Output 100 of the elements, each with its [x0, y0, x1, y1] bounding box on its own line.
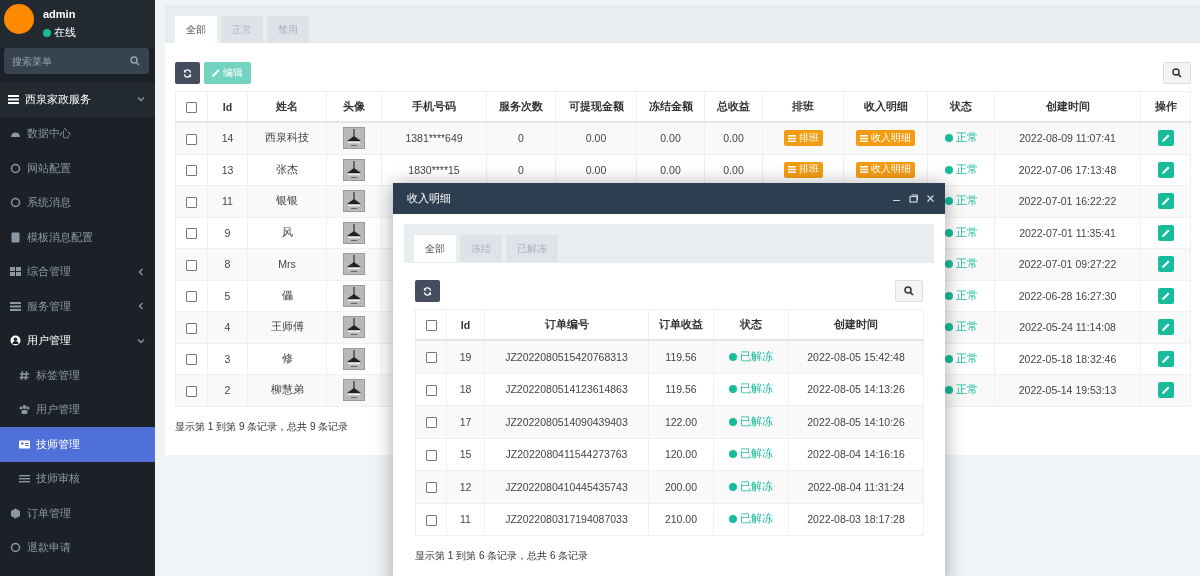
table-cell: JZ2022080317194087033 — [484, 503, 649, 536]
edit-row-button[interactable] — [1157, 130, 1174, 147]
edit-row-button[interactable] — [1157, 161, 1174, 178]
close-icon[interactable] — [926, 194, 935, 203]
table-cell: 张杰 — [247, 154, 327, 186]
menu-item[interactable]: 模板消息配置 — [0, 220, 155, 255]
status-text: 正常 — [955, 257, 978, 272]
select-all-checkbox[interactable] — [186, 101, 197, 113]
refresh-button[interactable] — [175, 62, 200, 84]
row-checkbox[interactable] — [186, 196, 197, 208]
table-cell: 2022-08-05 14:10:26 — [788, 405, 924, 438]
row-checkbox[interactable] — [425, 449, 437, 461]
menu-icon — [19, 369, 30, 381]
row-checkbox[interactable] — [186, 165, 197, 177]
search-icon — [1172, 68, 1182, 78]
menu-search-field[interactable]: 搜索菜单 — [4, 48, 149, 74]
status-dot-icon — [729, 515, 737, 524]
row-checkbox[interactable] — [425, 482, 437, 494]
menu-icon — [10, 300, 21, 312]
table-cell: 2022-06-28 16:27:30 — [994, 280, 1141, 312]
row-checkbox[interactable] — [186, 385, 197, 397]
table-cell: 0.00 — [636, 122, 705, 154]
edit-row-button[interactable] — [1157, 350, 1174, 367]
table-cell: 王师傅 — [247, 311, 327, 343]
status-dot-icon — [729, 417, 737, 426]
status-text: 正常 — [955, 288, 978, 303]
table-cell: 200.00 — [648, 470, 714, 503]
table-cell: 2022-08-04 11:31:24 — [788, 470, 924, 503]
pencil-icon — [1161, 260, 1170, 269]
table-cell: 13 — [207, 154, 248, 186]
table-cell: 2022-08-09 11:07:41 — [994, 122, 1141, 154]
maximize-icon[interactable] — [909, 194, 918, 203]
edit-row-button[interactable] — [1157, 256, 1174, 273]
edit-row-button[interactable] — [1157, 382, 1174, 399]
status-text: 正常 — [955, 162, 978, 177]
row-checkbox[interactable] — [186, 322, 197, 334]
table-cell: 0.00 — [555, 122, 637, 154]
menu-item[interactable]: 退款申请 — [0, 530, 155, 565]
table-cell: 2022-07-01 09:27:22 — [994, 248, 1141, 280]
menu-item[interactable]: 综合管理 — [0, 254, 155, 289]
menu-item[interactable]: 技师审核 — [0, 461, 155, 496]
menu-item[interactable]: 服务管理 — [0, 289, 155, 324]
user-avatar — [4, 4, 34, 34]
status-text: 正常 — [955, 131, 978, 146]
table-cell: 2022-08-03 18:17:28 — [788, 503, 924, 536]
online-dot-icon — [43, 28, 51, 37]
row-checkbox[interactable] — [186, 291, 197, 303]
menu-item[interactable]: 网站配置 — [0, 151, 155, 186]
row-checkbox[interactable] — [186, 259, 197, 271]
status-text: 正常 — [955, 351, 978, 366]
menu-icon — [10, 507, 21, 519]
pagination-info: 显示第 1 到第 6 条记录，总共 6 条记录 — [415, 549, 589, 563]
menu-icon — [10, 335, 21, 347]
menu-item[interactable]: 系统消息 — [0, 185, 155, 220]
menu-item[interactable]: 标签管理 — [0, 358, 155, 393]
menu-item[interactable]: 技师管理 — [0, 427, 155, 462]
table-cell: 3 — [207, 343, 248, 375]
menu-item[interactable]: 数据中心 — [0, 116, 155, 151]
table-cell: 风 — [247, 217, 327, 249]
user-status: 在线 — [54, 25, 76, 40]
status-text: 已解冻 — [740, 349, 773, 364]
menu-item[interactable]: 订单管理 — [0, 496, 155, 531]
edit-row-button[interactable] — [1157, 287, 1174, 304]
search-button[interactable] — [895, 280, 923, 302]
chevron-left-icon — [137, 267, 145, 276]
row-checkbox[interactable] — [425, 384, 437, 396]
table-cell: 修 — [247, 343, 327, 375]
table-cell: 18 — [446, 373, 485, 406]
table-cell: 4 — [207, 311, 248, 343]
table-cell: 银银 — [247, 185, 327, 217]
row-checkbox[interactable] — [425, 514, 437, 526]
filter-tab[interactable]: 全部 — [175, 16, 217, 43]
refresh-button[interactable] — [415, 280, 440, 302]
row-checkbox[interactable] — [186, 228, 197, 240]
row-checkbox[interactable] — [186, 133, 197, 145]
table-cell: 2022-07-01 16:22:22 — [994, 185, 1141, 217]
table-cell: 17 — [446, 405, 485, 438]
menu-icon — [19, 404, 30, 416]
table-cell: JZ2022080514123614863 — [484, 373, 649, 406]
edit-row-button[interactable] — [1157, 319, 1174, 336]
select-all-checkbox[interactable] — [425, 319, 437, 331]
chevron-down-icon — [137, 336, 145, 345]
menu-item[interactable]: 用户管理 — [0, 392, 155, 427]
table-cell: JZ2022080411544273763 — [484, 438, 649, 471]
edit-row-button[interactable] — [1157, 193, 1174, 210]
search-button[interactable] — [1163, 62, 1191, 84]
edit-row-button[interactable] — [1157, 224, 1174, 241]
table-cell: 2022-08-05 14:13:26 — [788, 373, 924, 406]
menu-item[interactable]: 用户管理 — [0, 323, 155, 358]
menu-item[interactable]: 西泉家政服务 — [0, 82, 155, 117]
table-cell: JZ2022080515420768313 — [484, 340, 649, 373]
row-checkbox[interactable] — [425, 417, 437, 429]
filter-tab[interactable]: 全部 — [414, 235, 456, 262]
pencil-icon — [1161, 354, 1170, 363]
status-text: 正常 — [955, 194, 978, 209]
row-checkbox[interactable] — [425, 352, 437, 364]
menu-icon — [10, 542, 21, 554]
list-icon — [860, 134, 868, 142]
row-checkbox[interactable] — [186, 354, 197, 366]
table-cell: 1381****649 — [381, 122, 487, 154]
